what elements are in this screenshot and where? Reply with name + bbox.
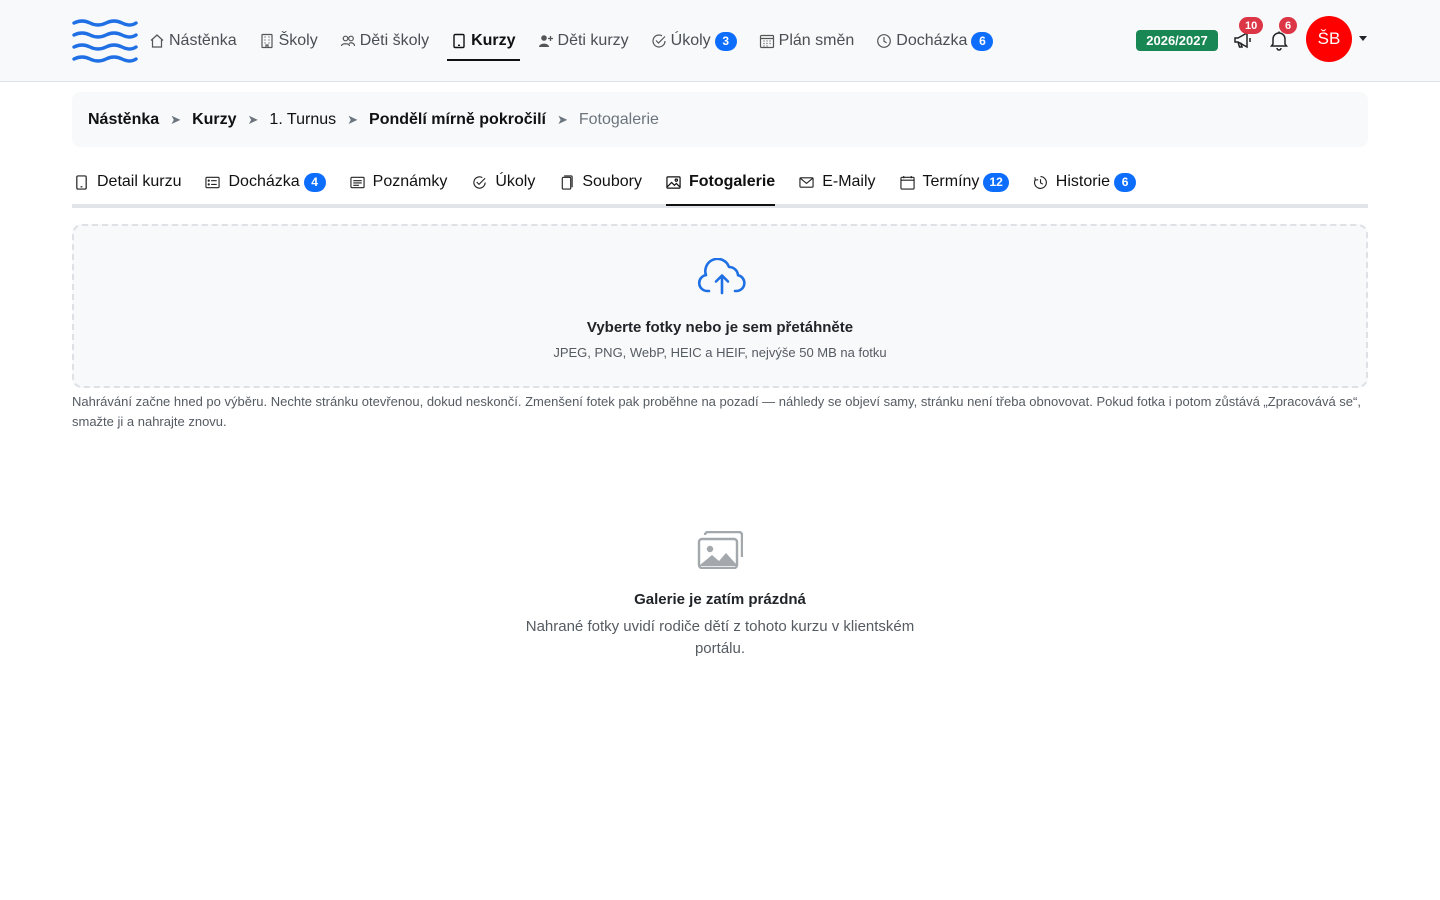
tab-label: Termíny bbox=[922, 173, 980, 190]
building-icon bbox=[260, 33, 273, 49]
nav-item-label: Nástěnka bbox=[169, 32, 237, 49]
empty-gallery-text: Nahrané fotky uvidí rodiče dětí z tohoto… bbox=[525, 618, 915, 657]
announcements-count-badge: 10 bbox=[1239, 17, 1264, 34]
envelope-icon bbox=[799, 176, 814, 188]
tab-label: E-Maily bbox=[822, 173, 876, 190]
nav-item-course-children[interactable]: Děti kurzy bbox=[527, 0, 640, 82]
check-circle-icon bbox=[473, 175, 487, 189]
user-menu-caret-icon[interactable] bbox=[1359, 36, 1367, 41]
tab-label: Docházka bbox=[228, 173, 300, 190]
breadcrumb-separator-icon: ➤ bbox=[247, 111, 259, 127]
notifications-count-badge: 6 bbox=[1279, 17, 1298, 34]
upload-formats-hint: JPEG, PNG, WebP, HEIC a HEIF, nejvýše 50… bbox=[553, 345, 887, 360]
photo-upload-dropzone[interactable]: Vyberte fotky nebo je sem přetáhněte JPE… bbox=[72, 224, 1368, 388]
nav-item-label: Školy bbox=[278, 32, 318, 49]
tab-emails[interactable]: E-Maily bbox=[799, 160, 876, 204]
calendar-icon bbox=[899, 175, 915, 190]
breadcrumb-course[interactable]: Pondělí mírně pokročilí bbox=[369, 111, 546, 129]
nav-item-shift-plan[interactable]: Plán směn bbox=[748, 0, 866, 82]
people-icon bbox=[340, 35, 355, 47]
tab-photo-gallery[interactable]: Fotogalerie bbox=[665, 160, 776, 206]
nav-item-schools[interactable]: Školy bbox=[248, 0, 329, 82]
tab-label: Detail kurzu bbox=[97, 173, 182, 190]
breadcrumb-courses[interactable]: Kurzy bbox=[192, 111, 236, 129]
main-nav: Nástěnka Školy Děti školy Kurzy Děti kur… bbox=[138, 0, 1004, 82]
breadcrumb-current: Fotogalerie bbox=[578, 110, 659, 128]
history-icon bbox=[1033, 175, 1047, 189]
nav-item-school-children[interactable]: Děti školy bbox=[329, 0, 440, 82]
breadcrumb: Nástěnka ➤ Kurzy ➤ 1. Turnus ➤ Pondělí m… bbox=[72, 92, 1368, 147]
nav-item-dashboard[interactable]: Nástěnka bbox=[138, 0, 248, 82]
upload-title: Vyberte fotky nebo je sem přetáhněte bbox=[586, 319, 854, 336]
user-avatar[interactable]: ŠB bbox=[1306, 16, 1352, 62]
tab-label: Historie bbox=[1055, 173, 1111, 190]
tab-history[interactable]: Historie 6 bbox=[1033, 160, 1137, 204]
nav-item-label: Úkoly bbox=[670, 32, 711, 49]
tab-course-detail[interactable]: Detail kurzu bbox=[74, 160, 181, 204]
nav-item-tasks[interactable]: Úkoly 3 bbox=[640, 0, 748, 82]
images-icon bbox=[697, 531, 743, 569]
cloud-upload-icon bbox=[697, 258, 746, 295]
check-circle-icon bbox=[652, 34, 666, 48]
image-icon bbox=[666, 175, 681, 189]
tab-attendance[interactable]: Docházka 4 bbox=[205, 160, 326, 204]
nav-item-label: Děti kurzy bbox=[557, 32, 629, 49]
upload-help-text: Nahrávání začne hned po výběru. Nechte s… bbox=[72, 394, 1361, 429]
tab-tasks[interactable]: Úkoly bbox=[472, 160, 535, 204]
tab-notes[interactable]: Poznámky bbox=[350, 160, 448, 204]
tab-files[interactable]: Soubory bbox=[559, 160, 642, 204]
breadcrumb-dashboard[interactable]: Nástěnka bbox=[88, 111, 159, 129]
dates-tab-badge: 12 bbox=[983, 172, 1009, 192]
nav-item-label: Docházka bbox=[896, 32, 968, 49]
tasks-count-badge: 3 bbox=[714, 31, 737, 51]
nav-item-label: Děti školy bbox=[359, 32, 430, 49]
breadcrumb-separator-icon: ➤ bbox=[170, 111, 182, 127]
card-list-icon bbox=[205, 176, 221, 188]
house-icon bbox=[150, 34, 164, 48]
breadcrumb-separator-icon: ➤ bbox=[556, 111, 568, 127]
tab-label: Soubory bbox=[582, 173, 642, 190]
tab-label: Fotogalerie bbox=[688, 173, 776, 190]
nav-item-attendance[interactable]: Docházka 6 bbox=[865, 0, 1004, 82]
waves-logo-icon[interactable] bbox=[72, 19, 138, 65]
tablet-icon bbox=[76, 174, 87, 190]
nav-item-label: Plán směn bbox=[778, 32, 855, 49]
files-icon bbox=[562, 174, 574, 190]
nav-item-label: Kurzy bbox=[471, 32, 516, 49]
tablet-icon bbox=[453, 33, 465, 49]
tab-label: Poznámky bbox=[372, 173, 448, 190]
history-tab-badge: 6 bbox=[1114, 172, 1137, 192]
nav-item-courses[interactable]: Kurzy bbox=[440, 0, 526, 82]
card-text-icon bbox=[350, 176, 365, 188]
tab-dates[interactable]: Termíny 12 bbox=[899, 160, 1009, 204]
empty-gallery-title: Galerie je zatím prázdná bbox=[634, 591, 806, 608]
calendar-grid-icon bbox=[759, 34, 774, 49]
person-plus-icon bbox=[538, 35, 553, 47]
school-year-badge[interactable]: 2026/2027 bbox=[1136, 30, 1218, 51]
course-tabs: Detail kurzu Docházka 4 Poznámky Úkoly S… bbox=[72, 160, 1368, 208]
breadcrumb-turnus[interactable]: 1. Turnus bbox=[269, 111, 336, 129]
attendance-count-badge: 6 bbox=[971, 31, 994, 51]
tab-label: Úkoly bbox=[495, 173, 536, 190]
attendance-tab-badge: 4 bbox=[303, 172, 326, 192]
clock-icon bbox=[877, 34, 892, 48]
breadcrumb-separator-icon: ➤ bbox=[347, 111, 359, 127]
top-navbar: Nástěnka Školy Děti školy Kurzy Děti kur… bbox=[0, 0, 1440, 82]
